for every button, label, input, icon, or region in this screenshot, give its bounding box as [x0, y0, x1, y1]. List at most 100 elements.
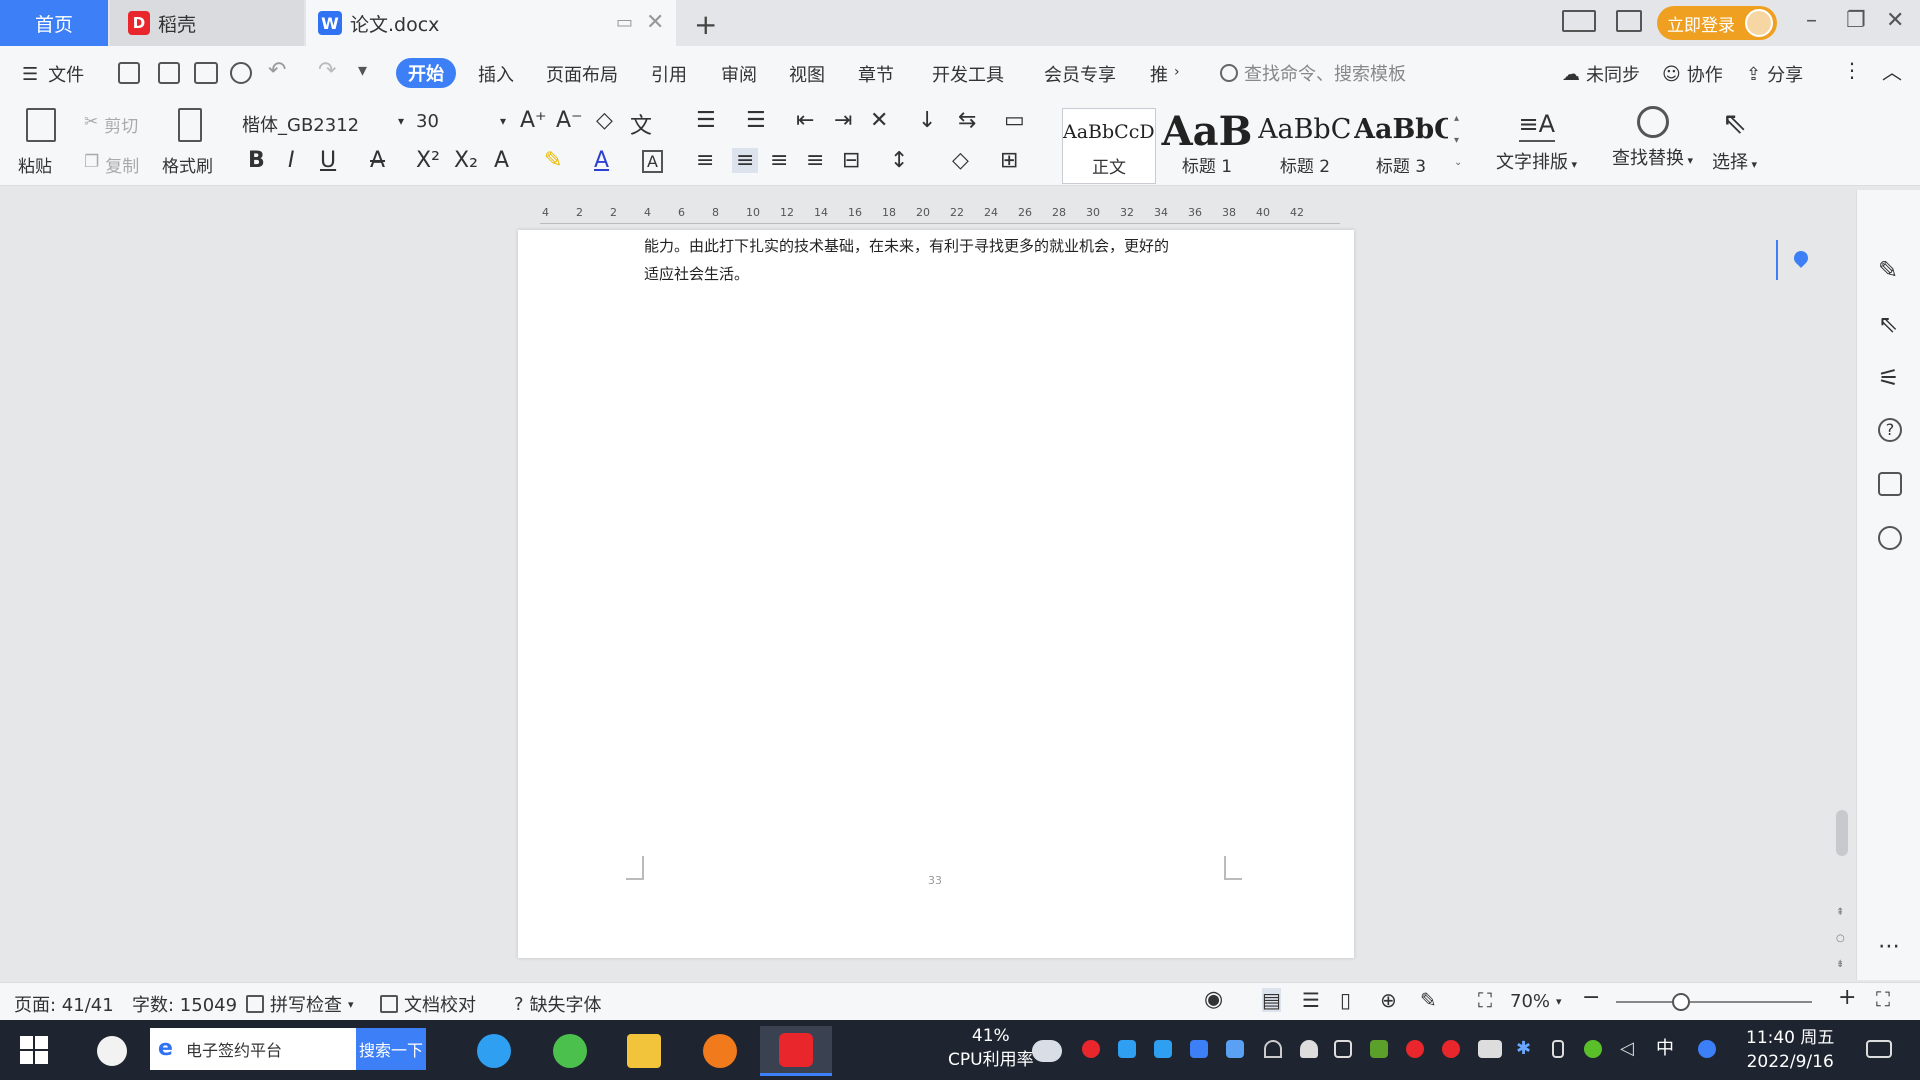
save-icon[interactable] [118, 62, 140, 84]
table-ruler-icon[interactable]: ▭ [1004, 108, 1025, 133]
proofread-button[interactable]: 文档校对 [380, 991, 476, 1017]
justify-icon[interactable]: ≡ [806, 148, 824, 173]
menu-more-icon[interactable]: › [1174, 64, 1180, 80]
action-center-icon[interactable] [1866, 1040, 1892, 1058]
reading-view-icon[interactable]: ▯ [1340, 988, 1351, 1012]
file-menu[interactable]: ☰ 文件 [22, 61, 84, 87]
zoom-in-icon[interactable]: + [1838, 985, 1856, 1010]
paste-button[interactable]: 粘贴 [18, 152, 52, 177]
ime-indicator[interactable]: 中 [1656, 1040, 1674, 1058]
tray-app-icon[interactable] [1698, 1040, 1716, 1058]
taskbar-search-input[interactable]: e 电子签约平台 [150, 1028, 356, 1070]
shrink-font-icon[interactable]: A⁻ [556, 108, 583, 133]
style-heading-2[interactable]: AaBbCc 标题 2 [1258, 108, 1352, 184]
style-heading-3[interactable]: AaBbC 标题 3 [1354, 108, 1448, 184]
numbered-list-icon[interactable]: ☰ [746, 108, 766, 133]
bold-icon[interactable]: B [248, 148, 265, 173]
tray-app-icon[interactable] [1118, 1040, 1136, 1058]
horizontal-ruler[interactable]: 4 2 2 4 6 8 10 12 14 16 18 20 22 24 26 28 30 32 34 36 38 40 42 [540, 204, 1340, 224]
borders-icon[interactable]: ⊞ [1000, 148, 1018, 173]
menu-tab-member[interactable]: 会员专享 [1044, 61, 1116, 87]
menu-tab-start[interactable]: 开始 [396, 58, 456, 88]
sync-button[interactable]: ☁ 未同步 [1562, 61, 1640, 87]
line-spacing-icon[interactable]: ↕ [890, 148, 908, 173]
menu-tab-page-layout[interactable]: 页面布局 [546, 61, 618, 87]
tab-daoke[interactable]: D 稻壳 [110, 0, 304, 46]
style-normal[interactable]: AaBbCcDd 正文 [1062, 108, 1156, 184]
tray-app-icon[interactable] [1154, 1040, 1172, 1058]
layout-icon[interactable] [1562, 10, 1596, 32]
distribute-icon[interactable]: ⊟ [842, 148, 860, 173]
paste-icon[interactable] [26, 108, 56, 142]
missing-font-button[interactable]: ? 缺失字体 [514, 991, 602, 1017]
add-tab-icon[interactable]: + [694, 8, 717, 41]
taskbar-app-explorer-icon[interactable] [608, 1026, 680, 1076]
menu-tab-insert[interactable]: 插入 [478, 61, 514, 87]
zoom-select[interactable]: 70% ▾ [1510, 991, 1562, 1012]
clear-format-icon[interactable]: ◇ [596, 108, 613, 133]
cut-button[interactable]: ✂ 剪切 [84, 112, 138, 137]
float-window-icon[interactable]: ▭ [616, 12, 633, 33]
page-indicator[interactable]: 页面: 41/41 [14, 991, 114, 1017]
wifi-icon[interactable] [1264, 1040, 1282, 1058]
menu-tab-developer[interactable]: 开发工具 [932, 61, 1004, 87]
underline-icon[interactable]: U [320, 148, 336, 173]
bullet-list-icon[interactable]: ☰ [696, 108, 716, 133]
format-painter-button[interactable]: 格式刷 [162, 152, 213, 177]
eye-protection-icon[interactable]: ◉ [1204, 987, 1223, 1012]
tray-app-icon[interactable] [1082, 1040, 1100, 1058]
close-tab-icon[interactable]: ✕ [646, 10, 664, 35]
print-icon[interactable] [194, 62, 218, 84]
chinese-layout-icon[interactable]: ✕ [870, 108, 888, 133]
redo-icon[interactable]: ↷ [318, 58, 336, 83]
document-body[interactable]: 能力。由此打下扎实的技术基础，在未来，有利于寻找更多的就业机会，更好的 适应社会… [644, 232, 1244, 288]
usb-icon[interactable] [1552, 1040, 1564, 1058]
taskbar-app-ie-icon[interactable] [458, 1026, 530, 1076]
style-heading-1[interactable]: AaB 标题 1 [1160, 108, 1254, 184]
font-color-icon[interactable]: A [594, 148, 609, 173]
show-marks-icon[interactable]: ⇆ [958, 108, 976, 133]
weather-icon[interactable] [1032, 1040, 1062, 1062]
menu-tab-chapter[interactable]: 章节 [858, 61, 894, 87]
font-name-select[interactable]: 楷体_GB2312 ▾ [236, 108, 408, 140]
tray-app-icon[interactable] [1190, 1040, 1208, 1058]
style-gallery-scroll-icon[interactable]: ▴ ▾ ⌄ [1454, 108, 1462, 174]
copy-button[interactable]: ❐ 复制 [84, 152, 139, 177]
sort-icon[interactable]: ↓ [918, 108, 936, 133]
volume-icon[interactable]: ◁ [1620, 1040, 1638, 1058]
customize-qa-icon[interactable]: ▾ [358, 60, 367, 81]
fit-page-icon[interactable]: ⛶ [1478, 988, 1492, 1012]
char-border-icon[interactable]: A [642, 150, 663, 173]
more-icon[interactable]: ⋯ [1878, 934, 1902, 959]
shield-icon[interactable] [1226, 1040, 1244, 1058]
web-view-icon[interactable]: ⊕ [1380, 988, 1397, 1012]
subscript-icon[interactable]: X₂ [454, 148, 478, 173]
grow-font-icon[interactable]: A⁺ [520, 108, 547, 133]
spell-check-button[interactable]: 拼写检查 ▾ [246, 991, 354, 1017]
share-button[interactable]: ⇪ 分享 [1746, 61, 1803, 87]
page-view-icon[interactable]: ▤ [1262, 988, 1281, 1012]
tray-app-icon[interactable] [1334, 1040, 1352, 1058]
text-layout-button[interactable]: ≡A 文字排版 ▾ [1496, 106, 1577, 174]
fullscreen-icon[interactable]: ⛶ [1876, 987, 1890, 1011]
tray-app-icon[interactable] [1370, 1040, 1388, 1058]
collab-button[interactable]: ☺ 协作 [1662, 61, 1723, 87]
minimize-icon[interactable]: – [1806, 8, 1817, 33]
page-nav-icons[interactable]: ⇞ ○ ⇟ [1836, 900, 1845, 978]
menu-tab-references[interactable]: 引用 [651, 61, 687, 87]
format-painter-icon[interactable] [178, 108, 202, 142]
shading-icon[interactable]: ◇ [952, 148, 969, 173]
increase-indent-icon[interactable]: ⇥ [834, 108, 852, 133]
phonetic-guide-icon[interactable]: 文 [630, 108, 652, 140]
taskbar-app-game-icon[interactable] [684, 1026, 756, 1076]
help-icon[interactable]: ? [1878, 418, 1902, 442]
clock[interactable]: 11:40 周五 2022/9/16 [1746, 1026, 1834, 1074]
menu-tab-review[interactable]: 审阅 [721, 61, 757, 87]
outline-view-icon[interactable]: ☰ [1302, 988, 1320, 1012]
align-center-icon[interactable]: ≡ [732, 148, 759, 173]
document-page[interactable] [518, 230, 1354, 958]
print-preview-icon[interactable] [230, 62, 252, 84]
tray-app-icon[interactable] [1584, 1040, 1602, 1058]
zoom-out-icon[interactable]: − [1582, 985, 1600, 1010]
decrease-indent-icon[interactable]: ⇤ [796, 108, 814, 133]
